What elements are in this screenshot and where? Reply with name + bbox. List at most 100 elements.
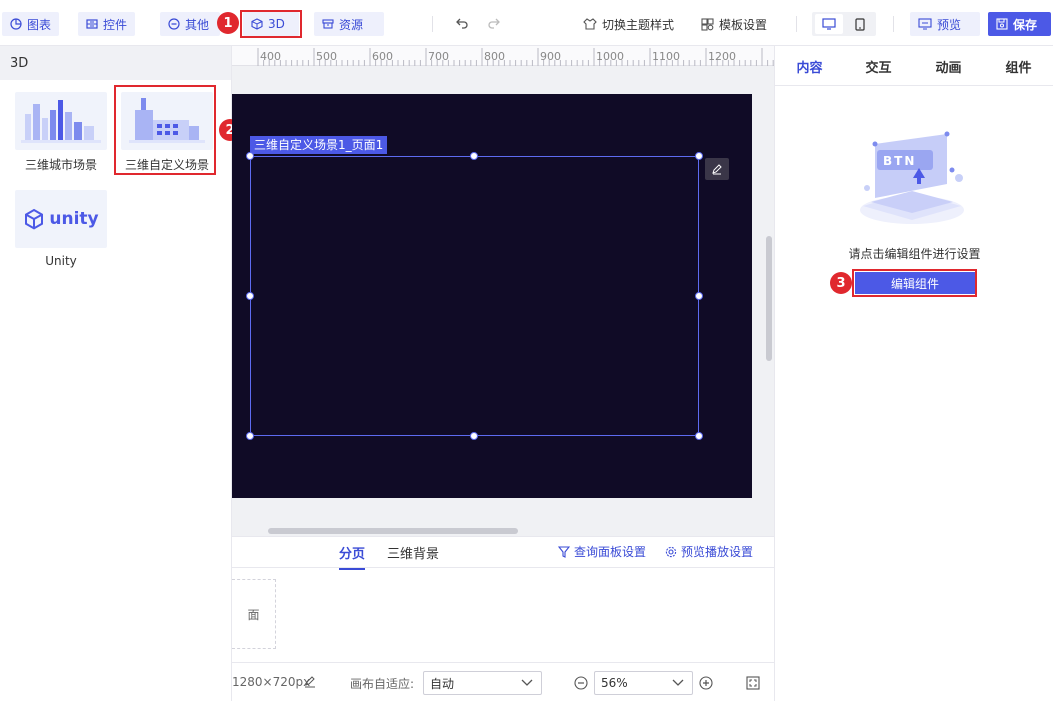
top-toolbar: 图表 控件 其他 1 3D 资源 切换主题样式 模板设置 预览 保存	[0, 0, 1053, 46]
template-settings-button[interactable]: 模板设置	[693, 12, 775, 36]
scene-label: 三维自定义场景1_页面1	[250, 136, 388, 154]
empty-state-hint: 请点击编辑组件进行设置	[848, 247, 981, 261]
ruler-tick: 900	[540, 50, 561, 63]
annotation-box-3	[852, 269, 977, 297]
device-switch	[812, 12, 876, 36]
component-panel-3d: 3D 三维城市场景 三维自定义场景 2 unity Unity	[0, 46, 241, 701]
tablet-icon[interactable]	[846, 14, 874, 34]
other-button-label: 其他	[185, 17, 210, 32]
annotation-box-2	[114, 85, 216, 175]
pie-chart-icon	[10, 18, 22, 30]
preview-button-label: 预览	[937, 17, 962, 32]
tab-interaction[interactable]: 交互	[844, 46, 913, 86]
annotation-badge-1: 1	[217, 12, 239, 34]
chevron-down-icon	[521, 679, 533, 686]
resize-handle[interactable]	[246, 292, 254, 300]
page-panel: 分页 三维背景 查询面板设置 预览播放设置 面	[232, 536, 774, 662]
status-bar: 1280×720px 画布自适应: 自动 56%	[232, 662, 774, 701]
canvas-size: 1280×720px	[232, 675, 311, 689]
zoom-out-icon[interactable]	[574, 676, 588, 690]
resize-handle[interactable]	[246, 152, 254, 160]
redo-icon[interactable]	[487, 16, 501, 30]
ruler-tick: 500	[316, 50, 337, 63]
unity-cube-icon	[25, 208, 44, 230]
toolbar-divider	[893, 16, 894, 32]
annotation-badge-3: 3	[830, 272, 852, 294]
tab-3d-background[interactable]: 三维背景	[387, 543, 439, 562]
ruler-tick: 700	[428, 50, 449, 63]
tile-label-unity: Unity	[45, 254, 77, 268]
shirt-icon	[583, 18, 597, 30]
template-icon	[701, 17, 714, 31]
resize-handle[interactable]	[470, 432, 478, 440]
unity-logo: unity	[15, 190, 107, 248]
zoom-value: 56%	[601, 676, 628, 690]
resource-button[interactable]: 资源	[314, 12, 384, 36]
properties-tabs: 内容 交互 动画 组件	[775, 46, 1053, 86]
ruler-tick: 1100	[652, 50, 680, 63]
query-panel-label: 查询面板设置	[574, 545, 647, 559]
save-button[interactable]: 保存	[988, 12, 1051, 36]
chart-button[interactable]: 图表	[2, 12, 60, 36]
chart-button-label: 图表	[27, 17, 52, 32]
properties-panel: 内容 交互 动画 组件 BTN 请点击编辑组件进行设置 3 编辑组件	[774, 46, 1053, 701]
filter-icon	[558, 545, 570, 558]
tab-divider	[232, 567, 774, 568]
canvas-fit-select[interactable]: 自动	[423, 671, 542, 695]
dark-canvas-stage[interactable]: 三维自定义场景1_页面1	[232, 94, 752, 498]
annotation-box-1	[240, 10, 302, 38]
horizontal-scrollbar[interactable]	[268, 528, 518, 534]
undo-icon[interactable]	[455, 16, 469, 30]
resource-button-label: 资源	[339, 17, 364, 32]
empty-state-illustration: BTN	[847, 128, 977, 228]
component-tile-city[interactable]: 三维城市场景	[15, 92, 107, 173]
edit-size-icon[interactable]	[304, 676, 316, 688]
scene-selection-box[interactable]	[250, 156, 699, 436]
preview-button[interactable]: 预览	[910, 12, 980, 36]
tab-component[interactable]: 组件	[984, 46, 1053, 86]
resize-handle[interactable]	[695, 432, 703, 440]
tile-label-city: 三维城市场景	[24, 158, 97, 172]
resize-handle[interactable]	[246, 432, 254, 440]
panel-title: 3D	[0, 46, 231, 80]
resize-handle[interactable]	[470, 152, 478, 160]
toolbar-divider	[432, 16, 433, 32]
control-button-label: 控件	[103, 17, 128, 32]
resize-handle[interactable]	[695, 152, 703, 160]
save-icon	[996, 18, 1008, 30]
desktop-icon[interactable]	[815, 14, 843, 34]
fullscreen-icon[interactable]	[746, 676, 760, 690]
ruler-tick: 1200	[708, 50, 736, 63]
tab-content[interactable]: 内容	[775, 46, 844, 86]
canvas-fit-value: 自动	[430, 676, 455, 691]
btn-illustration-text: BTN	[883, 154, 917, 168]
ruler-tick: 400	[260, 50, 281, 63]
tab-pages[interactable]: 分页	[339, 543, 366, 570]
gear-icon	[665, 546, 677, 557]
zoom-in-icon[interactable]	[699, 676, 713, 690]
ruler-tick: 800	[484, 50, 505, 63]
query-panel-settings-button[interactable]: 查询面板设置	[558, 543, 646, 560]
template-settings-label: 模板设置	[719, 17, 768, 32]
control-button[interactable]: 控件	[78, 12, 136, 36]
page-card[interactable]: 面	[232, 579, 276, 649]
preview-play-label: 预览播放设置	[681, 545, 754, 559]
resize-handle[interactable]	[695, 292, 703, 300]
switch-theme-button[interactable]: 切换主题样式	[575, 12, 682, 36]
other-button[interactable]: 其他	[160, 12, 220, 36]
zoom-select[interactable]: 56%	[594, 671, 693, 695]
control-icon	[86, 19, 98, 29]
ruler-tick: 1000	[596, 50, 624, 63]
tab-animation[interactable]: 动画	[914, 46, 983, 86]
preview-play-settings-button[interactable]: 预览播放设置	[665, 543, 753, 560]
vertical-scrollbar[interactable]	[766, 236, 772, 361]
edit-pen-icon[interactable]	[705, 158, 729, 180]
canvas-fit-label: 画布自适应:	[350, 677, 415, 691]
canvas-workspace: 400 500 600 700 800 900 1000 1100 1200 三…	[232, 46, 774, 536]
component-tile-unity[interactable]: unity Unity	[15, 190, 107, 268]
monitor-icon	[918, 18, 932, 30]
page-card-label: 面	[247, 607, 260, 622]
archive-icon	[322, 19, 334, 29]
toolbar-divider	[796, 16, 797, 32]
more-circle-icon	[168, 18, 180, 30]
